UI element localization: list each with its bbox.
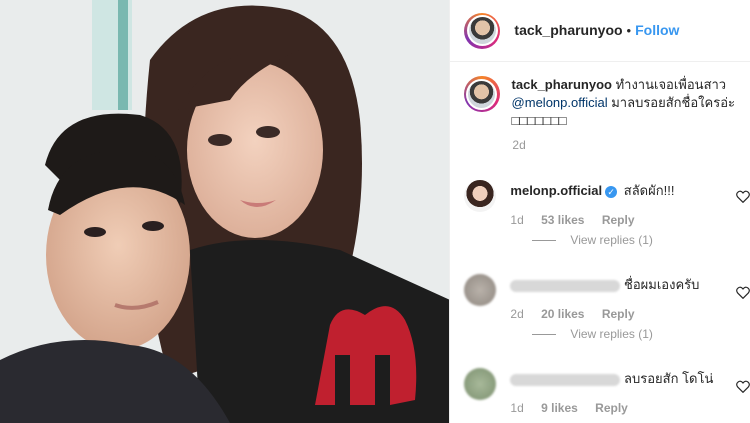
reply-button[interactable]: Reply [602, 307, 635, 321]
caption-text: ทำงานเจอเพื่อนสาว [615, 77, 727, 92]
comment-likes[interactable]: 9 likes [541, 401, 578, 415]
comment-item: ลบรอยสัก โดโน่ 1d 9 likes Reply [464, 368, 750, 415]
view-replies-button[interactable]: View replies (1) [532, 327, 722, 341]
post-photo[interactable] [0, 0, 450, 423]
caption: tack_pharunyoo ทำงานเจอเพื่อนสาว @melonp… [450, 62, 750, 130]
caption-mention-link[interactable]: @melonp.official [512, 95, 608, 110]
commenter-avatar[interactable] [464, 274, 497, 306]
comment-text: ลบรอยสัก โดโน่ [624, 371, 714, 386]
author-avatar[interactable] [464, 12, 501, 49]
comment-meta: 2d 20 likes Reply [510, 307, 722, 321]
comment-item: ชื่อผมเองครับ 2d 20 likes Reply View rep… [464, 274, 750, 341]
caption-timestamp[interactable]: 2d [512, 138, 750, 152]
comment-likes[interactable]: 20 likes [541, 307, 584, 321]
comment-meta: 1d 53 likes Reply [510, 213, 722, 227]
caption-author-avatar[interactable] [464, 76, 500, 112]
caption-emoji: □□□□□□□ [511, 113, 567, 128]
follow-button[interactable]: Follow [635, 22, 679, 38]
comment-item: melonp.official ✓ สลัดผัก!!! 1d 53 likes … [464, 180, 750, 247]
comment-username-blurred[interactable] [510, 279, 621, 292]
reply-button[interactable]: Reply [595, 401, 628, 415]
caption-text-rest: มาลบรอยสักชื่อใครอ่ะ [611, 95, 735, 110]
post-header: tack_pharunyoo • Follow [450, 0, 750, 62]
like-heart-icon[interactable] [736, 380, 750, 393]
comment-username[interactable]: melonp.official [510, 183, 602, 198]
comment-meta: 1d 9 likes Reply [510, 401, 722, 415]
like-heart-icon[interactable] [736, 286, 750, 299]
view-replies-button[interactable]: View replies (1) [532, 233, 722, 247]
comment-username-blurred[interactable] [510, 373, 621, 386]
comment-text: สลัดผัก!!! [623, 183, 675, 198]
verified-badge-icon: ✓ [605, 185, 618, 198]
caption-username[interactable]: tack_pharunyoo [512, 77, 612, 92]
commenter-avatar[interactable] [464, 368, 497, 400]
reply-button[interactable]: Reply [602, 213, 635, 227]
like-heart-icon[interactable] [736, 190, 750, 203]
comment-time[interactable]: 2d [510, 307, 523, 321]
comment-time[interactable]: 1d [510, 213, 523, 227]
view-replies-label: View replies (1) [570, 327, 653, 341]
selfie-image [0, 0, 450, 423]
separator-dot: • [626, 22, 632, 38]
post-detail-panel: tack_pharunyoo • Follow tack_pharunyoo ทำง… [449, 0, 750, 423]
comment-time[interactable]: 1d [510, 401, 523, 415]
comment-text: ชื่อผมเองครับ [624, 277, 700, 292]
author-username[interactable]: tack_pharunyoo [514, 22, 622, 38]
comment-likes[interactable]: 53 likes [541, 213, 584, 227]
commenter-avatar[interactable] [464, 180, 497, 212]
view-replies-label: View replies (1) [570, 233, 653, 247]
